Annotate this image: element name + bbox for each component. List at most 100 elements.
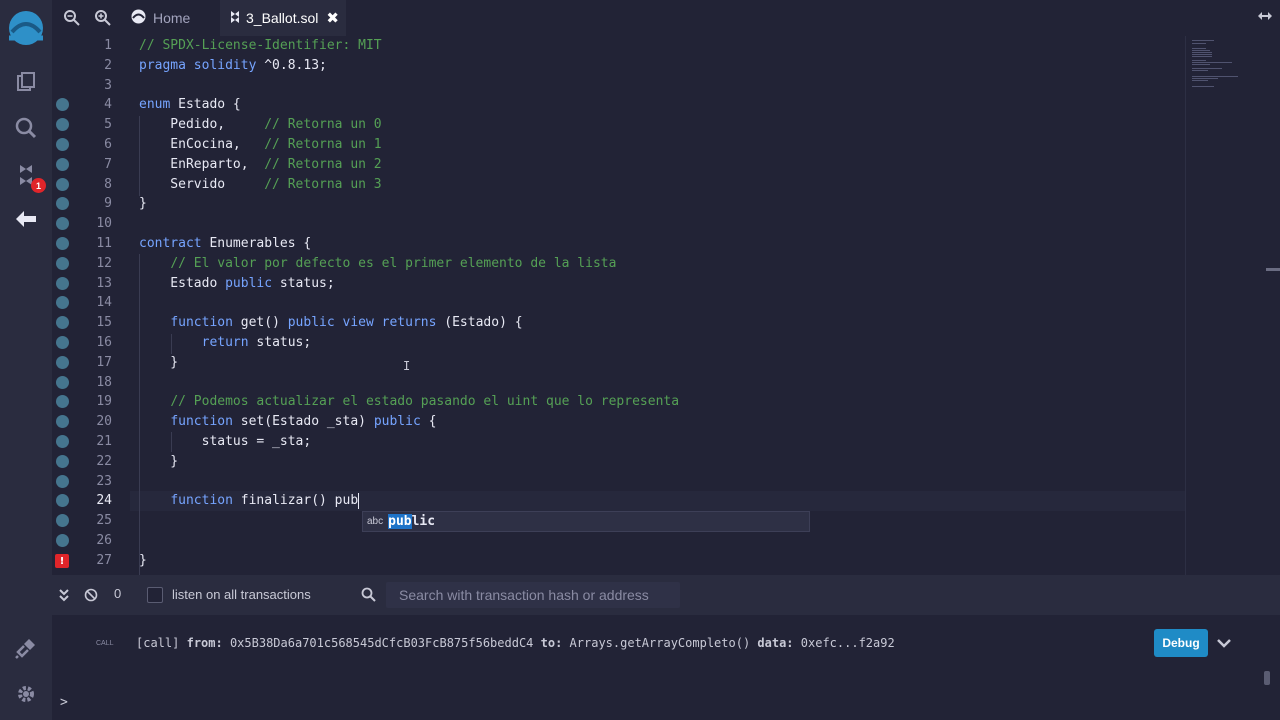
- log-data-value: 0xefc...f2a92: [800, 636, 895, 650]
- code-line: }: [139, 353, 178, 373]
- code-token: // Retorna un 3: [264, 177, 382, 192]
- suggestion-rest: lic: [411, 514, 436, 529]
- breakpoint-marker[interactable]: [56, 277, 69, 290]
- log-call: [call]: [136, 636, 180, 650]
- code-token: EnCocina,: [139, 137, 265, 152]
- breakpoint-marker[interactable]: [56, 296, 69, 309]
- editor-gutter: 1 2 3 4 5 6 7 8 9 10 11 12 13 14 15 16 17 18 19 20 21 22 23 24 2…: [52, 36, 130, 575]
- tab-home[interactable]: Home: [130, 0, 190, 36]
- code-line: EnCocina, // Retorna un 1: [139, 135, 382, 155]
- code-token: // Retorna un 1: [264, 137, 382, 152]
- editor-scrollbar-thumb[interactable]: [1266, 268, 1280, 271]
- line-number: 3: [104, 78, 112, 93]
- code-token: public: [373, 414, 421, 429]
- code-token: }: [139, 454, 179, 469]
- code-token: // El valor por defecto es el primer ele…: [170, 256, 617, 271]
- expand-panel-icon[interactable]: [1257, 8, 1275, 26]
- settings-icon[interactable]: [11, 679, 41, 709]
- deploy-run-icon[interactable]: [11, 204, 41, 234]
- icon-rail: 1: [0, 0, 52, 720]
- debug-button[interactable]: Debug: [1154, 629, 1208, 657]
- tab-ballot-sol[interactable]: 3_Ballot.sol ✖: [220, 0, 346, 36]
- breakpoint-marker[interactable]: [56, 237, 69, 250]
- breakpoint-marker[interactable]: [56, 316, 69, 329]
- breakpoint-marker[interactable]: [56, 475, 69, 488]
- remix-logo-icon[interactable]: [4, 8, 48, 48]
- breakpoint-marker[interactable]: [56, 415, 69, 428]
- log-entry[interactable]: [call] from: 0x5B38Da6a701c568545dCfcB03…: [136, 636, 895, 650]
- breakpoint-marker[interactable]: [56, 376, 69, 389]
- error-marker-icon[interactable]: !: [55, 554, 69, 568]
- minimap[interactable]: [1185, 36, 1265, 575]
- breakpoint-marker[interactable]: [56, 435, 69, 448]
- code-token: }: [139, 553, 147, 568]
- zoom-out-icon[interactable]: [63, 9, 81, 27]
- log-from-address: 0x5B38Da6a701c568545dCfcB03FcB875f56bedd…: [229, 636, 534, 650]
- code-line: // Podemos actualizar el estado pasando …: [139, 392, 679, 412]
- terminal-prompt[interactable]: >: [60, 695, 68, 710]
- breakpoint-marker[interactable]: [56, 257, 69, 270]
- suggestion-kind-label: abc: [367, 516, 384, 527]
- log-data-label: data:: [757, 636, 794, 650]
- line-number: 2: [104, 58, 112, 73]
- file-explorer-icon[interactable]: [11, 67, 41, 97]
- code-editor[interactable]: // SPDX-License-Identifier: MIT pragma so…: [130, 36, 1185, 575]
- breakpoint-marker[interactable]: [56, 455, 69, 468]
- code-token: status;: [272, 276, 335, 291]
- breakpoint-marker[interactable]: [56, 197, 69, 210]
- code-token: Estado: [139, 276, 226, 291]
- code-token: public view returns: [287, 315, 437, 330]
- breakpoint-marker[interactable]: [56, 534, 69, 547]
- code-token: enum: [139, 97, 171, 112]
- breakpoint-marker[interactable]: [56, 356, 69, 369]
- collapse-terminal-icon[interactable]: [58, 587, 70, 606]
- pending-tx-count: 0: [114, 586, 122, 601]
- code-line: }: [139, 551, 147, 571]
- terminal-scrollbar-thumb[interactable]: [1264, 671, 1270, 685]
- search-icon[interactable]: [11, 113, 41, 143]
- code-line: status = _sta;: [139, 432, 312, 452]
- transaction-search-input[interactable]: Search with transaction hash or address: [386, 582, 680, 608]
- plugin-manager-icon[interactable]: [11, 633, 41, 663]
- close-tab-icon[interactable]: ✖: [326, 9, 339, 27]
- breakpoint-marker[interactable]: [56, 158, 69, 171]
- code-line: pragma solidity ^0.8.13;: [139, 56, 327, 76]
- terminal-output: CALL [call] from: 0x5B38Da6a701c568545dC…: [52, 615, 1280, 720]
- code-token: }: [139, 355, 179, 370]
- code-token: Pedido,: [139, 117, 265, 132]
- chevron-down-icon[interactable]: [1216, 635, 1232, 651]
- breakpoint-marker[interactable]: [56, 217, 69, 230]
- listen-all-checkbox[interactable]: [147, 587, 163, 603]
- code-line: function finalizar() pub: [139, 491, 358, 511]
- breakpoint-marker[interactable]: [56, 494, 69, 507]
- code-token: function: [170, 414, 233, 429]
- zoom-in-icon[interactable]: [94, 9, 112, 27]
- code-token: finalizar() pub: [232, 493, 359, 508]
- breakpoint-marker[interactable]: [56, 138, 69, 151]
- clear-console-icon[interactable]: [84, 587, 98, 606]
- code-token: public: [225, 276, 273, 291]
- code-token: (Estado) {: [436, 315, 523, 330]
- code-line: }: [139, 194, 147, 214]
- solidity-file-icon: [230, 10, 240, 27]
- code-line: enum Estado {: [139, 95, 241, 115]
- autocomplete-suggestion[interactable]: abc pub lic: [362, 511, 810, 532]
- breakpoint-marker[interactable]: [56, 395, 69, 408]
- code-token: status;: [248, 335, 312, 350]
- editor-scrollbar[interactable]: [1265, 36, 1280, 575]
- code-line: Servido // Retorna un 3: [139, 175, 382, 195]
- home-icon: [130, 8, 147, 28]
- code-token: function: [170, 315, 233, 330]
- code-token: status = _sta;: [139, 434, 312, 449]
- code-token: Estado {: [170, 97, 241, 112]
- breakpoint-marker[interactable]: [56, 336, 69, 349]
- breakpoint-marker[interactable]: [56, 178, 69, 191]
- tab-file-label: 3_Ballot.sol: [246, 10, 319, 26]
- breakpoint-marker[interactable]: [56, 514, 69, 527]
- breakpoint-marker[interactable]: [56, 98, 69, 111]
- log-to-label: to:: [540, 636, 563, 650]
- code-line: }: [139, 452, 178, 472]
- breakpoint-marker[interactable]: [56, 118, 69, 131]
